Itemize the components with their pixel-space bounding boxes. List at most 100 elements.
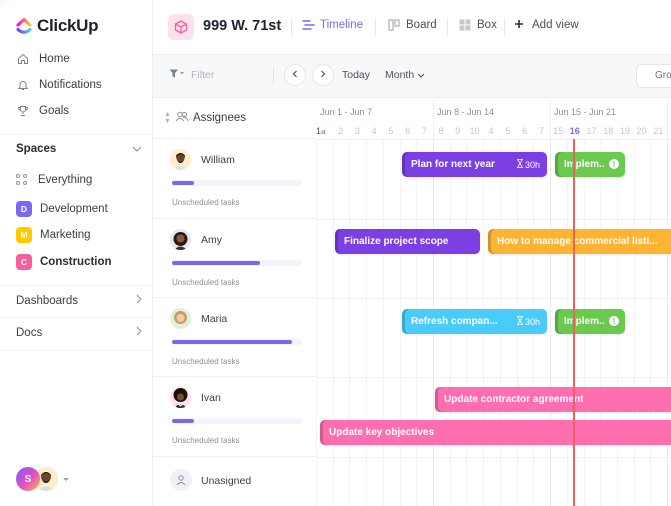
tab-timeline-label: Timeline — [320, 19, 364, 31]
unscheduled-tasks-link[interactable]: Unscheduled tasks — [172, 357, 240, 366]
tab-box-label: Box — [477, 19, 497, 31]
tab-board[interactable]: Board — [388, 19, 437, 31]
assignee-row-ivan[interactable]: Ivan Unscheduled tasks — [153, 377, 316, 457]
filter-button[interactable]: Filter — [169, 69, 214, 81]
week-label: Jun 15 - Jun 21 — [554, 107, 617, 117]
task-bar[interactable]: How to manage commercial listi... — [488, 229, 671, 254]
filter-icon — [169, 69, 185, 81]
month-dropdown[interactable]: Month — [385, 69, 425, 81]
board-icon — [388, 19, 400, 31]
chevron-right-icon — [136, 326, 142, 339]
task-title: Finalize project scope — [344, 236, 449, 247]
toolbar-divider — [273, 67, 274, 83]
nav-notifications-label: Notifications — [39, 78, 102, 91]
space-label: Construction — [40, 256, 112, 268]
sidebar-divider — [0, 285, 153, 286]
sidebar-item-docs[interactable]: Docs — [16, 326, 142, 339]
assignee-name: Ivan — [201, 392, 221, 404]
today-button[interactable]: Today — [342, 69, 370, 81]
day-label: 1st — [316, 126, 326, 136]
task-bar[interactable]: Implem.. ! — [555, 152, 625, 177]
people-icon — [175, 111, 189, 125]
day-label: 20 — [636, 126, 647, 136]
space-badge-development: D — [16, 201, 32, 217]
sort-icon[interactable]: ▲ ▼ — [164, 111, 171, 125]
day-label: 10 — [469, 126, 480, 136]
day-label: 18 — [603, 126, 614, 136]
workload-bar-fill — [172, 261, 261, 265]
task-title: Implem.. — [564, 316, 605, 327]
nav-goals[interactable]: Goals — [16, 104, 69, 117]
assignees-header[interactable]: ▲ ▼ Assignees — [153, 98, 316, 139]
sidebar-divider — [0, 134, 153, 135]
trophy-icon — [16, 104, 29, 117]
task-title: Refresh compan... — [411, 316, 498, 327]
assignee-row-william[interactable]: William Unscheduled tasks — [153, 139, 316, 219]
space-label: Marketing — [40, 229, 91, 241]
task-bar[interactable]: Update key objectives — [320, 420, 671, 445]
unscheduled-tasks-link[interactable]: Unscheduled tasks — [172, 278, 240, 287]
sidebar-item-development[interactable]: D Development — [16, 201, 108, 217]
workload-bar-fill — [172, 181, 195, 185]
week-label: Jun 8 - Jun 14 — [437, 107, 495, 117]
tab-timeline[interactable]: Timeline — [302, 19, 363, 31]
assignee-name: Amy — [201, 234, 222, 246]
clickup-logo[interactable]: ClickUp — [16, 16, 99, 36]
spaces-label: Spaces — [16, 143, 57, 155]
everything-icon — [16, 174, 28, 186]
day-label: 7 — [421, 126, 427, 136]
sidebar-item-marketing[interactable]: M Marketing — [16, 227, 91, 243]
workload-bar — [172, 418, 302, 424]
hours-value: 30h — [524, 159, 540, 170]
task-title: Update key objectives — [329, 427, 435, 438]
unassigned-user-icon — [170, 469, 192, 491]
prev-button[interactable] — [284, 64, 306, 86]
task-bar[interactable]: Plan for next year 30h — [402, 152, 547, 177]
group-by-button[interactable]: Gro — [636, 64, 671, 88]
user-menu[interactable]: S — [16, 467, 69, 491]
sidebar-item-dashboards[interactable]: Dashboards — [16, 294, 142, 307]
nav-notifications[interactable]: Notifications — [16, 78, 102, 91]
dashboards-label: Dashboards — [16, 294, 79, 307]
grid-column-line — [650, 139, 652, 506]
unscheduled-tasks-link[interactable]: Unscheduled tasks — [172, 436, 240, 445]
task-title: Update contractor agreement — [444, 394, 584, 405]
next-button[interactable] — [312, 64, 334, 86]
day-label: 8 — [438, 126, 444, 136]
box-grid-icon — [459, 19, 471, 31]
task-title: Implem.. — [564, 159, 605, 170]
sidebar: ClickUp Home Notifications Goals Spaces — [0, 0, 153, 506]
day-label: 6 — [522, 126, 528, 136]
toolbar: Filter Today Month Gro — [153, 55, 671, 98]
unscheduled-tasks-link[interactable]: Unscheduled tasks — [172, 198, 240, 207]
tab-box[interactable]: Box — [459, 19, 497, 31]
chevron-down-icon[interactable] — [132, 143, 142, 155]
spaces-header[interactable]: Spaces — [16, 143, 142, 155]
sidebar-item-construction[interactable]: C Construction — [16, 254, 112, 270]
assignee-row-amy[interactable]: Amy Unscheduled tasks — [153, 219, 316, 298]
project-title: 999 W. 71st — [203, 18, 282, 34]
space-badge-construction: C — [16, 254, 32, 270]
task-bar[interactable]: Finalize project scope — [335, 229, 480, 254]
plus-icon — [514, 19, 526, 31]
day-label: 4 — [488, 126, 494, 136]
workload-bar-fill — [172, 419, 195, 423]
day-label: 2 — [338, 126, 344, 136]
avatar-amy — [170, 229, 191, 250]
add-view-button[interactable]: Add view — [514, 19, 579, 31]
assignee-name: Unasigned — [201, 475, 252, 487]
sidebar-item-everything[interactable]: Everything — [16, 174, 92, 186]
grid-column-line — [349, 139, 351, 506]
assignee-row-maria[interactable]: Maria Unscheduled tasks — [153, 298, 316, 377]
nav-home[interactable]: Home — [16, 52, 70, 65]
task-title: How to manage commercial listi... — [497, 236, 658, 247]
task-bar[interactable]: Update contractor agreement — [435, 387, 671, 412]
grid-column-line — [316, 139, 317, 506]
assignee-row-unassigned[interactable]: Unasigned — [153, 457, 316, 506]
task-hours: 30h — [516, 159, 540, 170]
task-bar[interactable]: Implem.. ! — [555, 309, 625, 334]
task-bar[interactable]: Refresh compan... 30h — [402, 309, 547, 334]
day-label: 6 — [405, 126, 411, 136]
add-view-label: Add view — [532, 19, 579, 31]
day-label: 9 — [455, 126, 461, 136]
